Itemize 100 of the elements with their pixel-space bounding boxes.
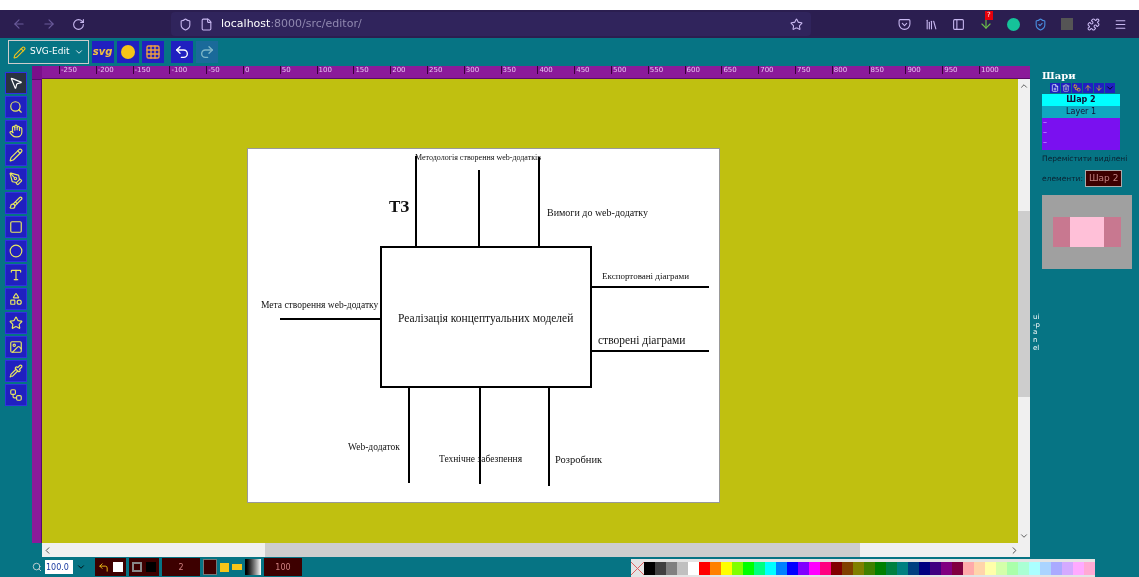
forward-icon[interactable]: [42, 17, 56, 31]
undo-icon: [173, 44, 190, 60]
palette-swatch[interactable]: [930, 561, 941, 575]
palette-swatch[interactable]: [688, 561, 699, 575]
swap-icon[interactable]: [98, 561, 109, 573]
tool-button[interactable]: [5, 120, 27, 142]
menu-icon[interactable]: [1114, 17, 1127, 31]
bookmark-icon[interactable]: [790, 17, 803, 31]
palette-swatch[interactable]: [1062, 561, 1073, 575]
tool-button[interactable]: [5, 216, 27, 238]
palette-swatch[interactable]: [1007, 561, 1018, 575]
tool-button[interactable]: [5, 72, 27, 94]
scroll-down-icon[interactable]: [1019, 531, 1029, 541]
move-up-icon[interactable]: [1083, 83, 1093, 93]
palette-swatch[interactable]: [908, 561, 919, 575]
tool-button[interactable]: [5, 336, 27, 358]
ruler-corner: [32, 66, 42, 79]
layer-select[interactable]: Шар 2: [1084, 170, 1123, 188]
shield-check-icon[interactable]: [1034, 17, 1047, 31]
move-down-icon[interactable]: [1094, 83, 1104, 93]
zoom-field[interactable]: 100.0: [45, 560, 73, 574]
tool-button[interactable]: [5, 312, 27, 334]
palette-swatch[interactable]: [996, 561, 1007, 575]
palette-swatch[interactable]: [1040, 561, 1051, 575]
palette-swatch[interactable]: [798, 561, 809, 575]
download-icon[interactable]: [979, 17, 993, 31]
palette-swatch[interactable]: [974, 561, 985, 575]
stroke-swatch[interactable]: [132, 562, 142, 572]
address-bar[interactable]: localhost:8000/src/editor/: [171, 12, 811, 36]
tool-button[interactable]: [5, 240, 27, 262]
palette-swatch[interactable]: [699, 561, 710, 575]
tool-button[interactable]: [5, 264, 27, 286]
palette-swatch[interactable]: [677, 561, 688, 575]
reload-icon[interactable]: [72, 17, 85, 31]
palette-swatch[interactable]: [787, 561, 798, 575]
palette-swatch[interactable]: [897, 561, 908, 575]
palette-swatch[interactable]: [831, 561, 842, 575]
sidebar-icon[interactable]: [952, 17, 965, 31]
dash-select[interactable]: [203, 559, 217, 575]
palette-swatch[interactable]: [644, 561, 655, 575]
tool-button[interactable]: [5, 144, 27, 166]
palette-swatch[interactable]: [765, 561, 776, 575]
palette-swatch[interactable]: [809, 561, 820, 575]
toolbar-button[interactable]: [141, 41, 164, 63]
layer-row[interactable]: Шар 2: [1042, 94, 1120, 106]
tool-button[interactable]: [5, 288, 27, 310]
palette-swatch[interactable]: [655, 561, 666, 575]
caret-icon[interactable]: [76, 562, 86, 572]
pocket-icon[interactable]: [898, 17, 911, 31]
toolbar-button[interactable]: [170, 41, 193, 63]
opacity-field[interactable]: 100: [264, 558, 302, 576]
tool-button[interactable]: [5, 168, 27, 190]
library-icon[interactable]: [925, 17, 938, 31]
fill-swatch[interactable]: [113, 562, 123, 572]
puzzle-icon[interactable]: [1087, 17, 1100, 31]
palette-swatch[interactable]: [1018, 561, 1029, 575]
palette-swatch[interactable]: [985, 561, 996, 575]
palette-swatch[interactable]: [1073, 561, 1084, 575]
toolbar-button[interactable]: svg: [91, 41, 114, 63]
new-layer-icon[interactable]: [1050, 83, 1060, 93]
palette-swatch[interactable]: [743, 561, 754, 575]
palette-swatch[interactable]: [919, 561, 930, 575]
opacity-icon[interactable]: [245, 559, 261, 575]
layer-row[interactable]: Layer 1: [1042, 106, 1120, 118]
palette-swatch[interactable]: [710, 561, 721, 575]
delete-icon[interactable]: [1061, 83, 1071, 93]
horizontal-scrollbar[interactable]: [42, 543, 1030, 557]
stroke-width-field[interactable]: 2: [162, 558, 200, 576]
palette-swatch[interactable]: [963, 561, 974, 575]
palette-swatch[interactable]: [721, 561, 732, 575]
color-swatch[interactable]: [146, 562, 156, 572]
palette-swatch[interactable]: [754, 561, 765, 575]
palette-swatch[interactable]: [776, 561, 787, 575]
palette-swatch[interactable]: [952, 561, 963, 575]
palette-swatch[interactable]: [1029, 561, 1040, 575]
palette-swatch[interactable]: [864, 561, 875, 575]
scroll-up-icon[interactable]: [1019, 81, 1029, 91]
palette-swatch[interactable]: [666, 561, 677, 575]
extension-icon[interactable]: [1007, 17, 1020, 31]
palette-swatch[interactable]: [842, 561, 853, 575]
join-icon[interactable]: [220, 562, 229, 572]
palette-swatch[interactable]: [875, 561, 886, 575]
back-icon[interactable]: [12, 17, 26, 31]
url-host: localhost: [221, 15, 271, 32]
palette-swatch[interactable]: [820, 561, 831, 575]
palette-swatch[interactable]: [941, 561, 952, 575]
tool-button[interactable]: [5, 96, 27, 118]
palette-swatch[interactable]: [853, 561, 864, 575]
toolbar-button[interactable]: [116, 41, 139, 63]
palette-swatch[interactable]: [1084, 561, 1095, 575]
merge-icon[interactable]: [1072, 83, 1082, 93]
palette-swatch[interactable]: [886, 561, 897, 575]
no-color-icon[interactable]: [631, 561, 644, 575]
palette-swatch[interactable]: [732, 561, 743, 575]
vertical-scrollbar[interactable]: [1018, 79, 1030, 543]
palette-swatch[interactable]: [1051, 561, 1062, 575]
tool-button[interactable]: [5, 384, 27, 406]
tool-button[interactable]: [5, 192, 27, 214]
tool-button[interactable]: [5, 360, 27, 382]
svg-edit-menu[interactable]: SVG-Edit: [8, 40, 89, 64]
